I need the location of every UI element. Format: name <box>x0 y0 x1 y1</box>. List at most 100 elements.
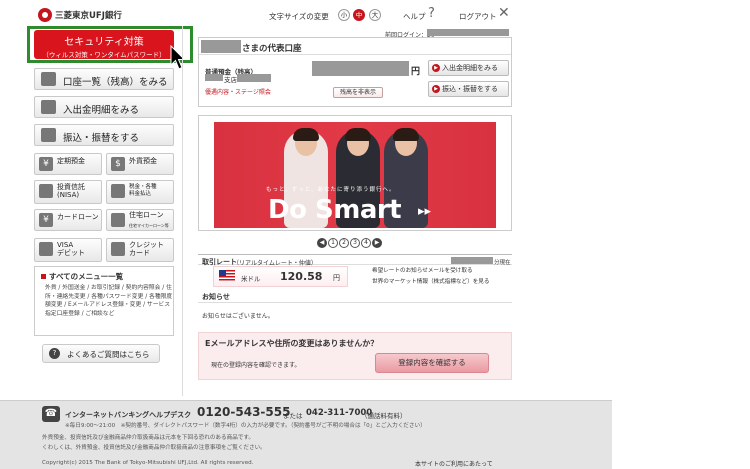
account-branch: 支店 <box>224 76 237 84</box>
account-title: さまの代表口座 <box>242 44 302 54</box>
confirm-registration-button[interactable]: 登録内容を確認する <box>375 353 489 373</box>
rate-unit: 円 <box>333 274 340 282</box>
statement-icon <box>41 100 56 114</box>
notice-text: お知らせはございません。 <box>202 313 274 320</box>
sidebar-item-label: 外貨預金 <box>129 157 157 165</box>
helpdesk-label: インターネットバンキングヘルプデスク <box>65 411 192 419</box>
disclaimer-line-2[interactable]: くわしくは、外貨預金、投資信託及び金融商品仲介取扱商品の注意事項をご覧ください。 <box>42 443 266 451</box>
pager-page-3[interactable]: 3 <box>350 238 360 248</box>
do-smart-banner[interactable]: もっと、ずっと、あなたに寄り添う銀行へ。 Do Smart ▸▸ <box>214 122 496 228</box>
balance-unit: 円 <box>411 67 421 77</box>
rate-value: 120.58 <box>280 270 323 283</box>
copyright: Copyright(c) 2015 The Bank of Tokyo-Mits… <box>42 460 254 466</box>
email-panel-text: 現在の登録内容を確認できます。 <box>211 362 301 369</box>
faq-button[interactable]: ? よくあるご質問はこちら <box>42 344 160 363</box>
faq-label: よくあるご質問はこちら <box>67 350 150 359</box>
sidebar-item-sublabel: 住宅マイカーローン等 <box>129 223 169 228</box>
statement-button[interactable]: 入出金明細をみる <box>428 60 509 76</box>
redacted-account-number <box>237 74 271 82</box>
sidebar-item-label: クレジット カード <box>129 241 164 257</box>
rate-time-label: 分現在 <box>494 260 511 266</box>
sidebar-divider <box>182 26 183 396</box>
question-icon: ? <box>49 348 60 359</box>
close-icon[interactable]: ✕ <box>498 5 510 21</box>
sidebar-item-label: 投資信託 (NISA) <box>57 183 85 199</box>
sidebar-item-housing-loan[interactable]: 住宅ローン 住宅マイカーローン等 <box>106 209 174 231</box>
service-stage-link[interactable]: 優遇内容・ステージ照会 <box>205 87 271 96</box>
email-panel-title: Eメールアドレスや住所の変更はありませんか？ <box>205 339 379 348</box>
sidebar-item-tax-payment[interactable]: 税金・各種 料金払込 <box>106 180 174 204</box>
sidebar-item-investment-trust[interactable]: 投資信託 (NISA) <box>34 180 102 204</box>
pager-page-1[interactable]: 1 <box>328 238 338 248</box>
account-list-icon <box>41 72 56 86</box>
yen-icon: ¥ <box>39 157 53 171</box>
sidebar-item-card-loan[interactable]: ¥ カードローン <box>34 209 102 231</box>
sidebar-account-list-button[interactable]: 口座一覧（残高）をみる <box>34 68 174 90</box>
pager-page-2[interactable]: 2 <box>339 238 349 248</box>
sidebar-item-label: 税金・各種 料金払込 <box>129 184 157 197</box>
bank-name: 三菱東京UFJ銀行 <box>55 11 122 21</box>
credit-card-icon <box>111 242 125 256</box>
sidebar-statement-button[interactable]: 入出金明細をみる <box>34 96 174 118</box>
all-menu-title[interactable]: すべてのメニュー一覧 <box>41 271 123 282</box>
us-flag-icon <box>219 270 235 281</box>
redacted-balance <box>312 61 409 76</box>
phone-icon: ☎ <box>42 406 60 422</box>
banner-pager: ◀ 1 2 3 4 ▶ <box>317 238 383 249</box>
banner-arrow-icon: ▸▸ <box>418 204 432 219</box>
sidebar-item-time-deposit[interactable]: ¥ 定期預金 <box>34 153 102 175</box>
pager-page-4[interactable]: 4 <box>361 238 371 248</box>
all-menu-links[interactable]: 外貨 / 外国送金 / お取引記録 / 契約内容照会 / 住所・連絡先変更 / … <box>45 284 173 318</box>
tax-payment-icon <box>111 184 125 198</box>
notice-title: お知らせ <box>202 293 230 301</box>
transfer-button[interactable]: 振込・振替をする <box>428 81 509 97</box>
redacted-branch <box>205 74 223 81</box>
bank-logo[interactable]: 三菱東京UFJ銀行 <box>38 8 188 24</box>
disclaimer-line-1: 外貨預金、投資信託及び金融商品仲介取扱商品は元本を下回る恐れのある商品です。 <box>42 435 255 441</box>
font-size-medium-button[interactable]: 中 <box>353 9 365 21</box>
font-size-label: 文字サイズの変更 <box>269 12 329 21</box>
sidebar-transfer-button[interactable]: 振込・振替をする <box>34 124 174 146</box>
chart-icon <box>39 184 53 198</box>
dollar-icon: $ <box>111 157 125 171</box>
helpdesk-hours: ※毎日9:00～21:00 ※契約番号、ダイレクトパスワード（数字4桁）の入力が… <box>65 423 426 429</box>
sidebar-item-visa-debit[interactable]: VISA デビット <box>34 238 102 262</box>
sidebar-item-label: VISA デビット <box>57 241 85 257</box>
sidebar-item-label: 入出金明細をみる <box>63 105 140 116</box>
banner-logo-text: Do Smart <box>268 195 402 225</box>
helpdesk-note: （通話料有料） <box>361 412 407 420</box>
helpdesk-or: または <box>283 412 303 420</box>
pager-prev-icon[interactable]: ◀ <box>317 238 327 248</box>
sidebar-item-label: カードローン <box>57 213 99 221</box>
sidebar-item-label: 定期預金 <box>57 157 85 165</box>
sidebar-item-label: 住宅ローン <box>129 211 164 219</box>
hide-balance-button[interactable]: 残高を非表示 <box>333 87 383 98</box>
all-menu-panel: すべてのメニュー一覧 外貨 / 外国送金 / お取引記録 / 契約内容照会 / … <box>34 266 174 336</box>
rate-alert-link[interactable]: 希望レートのお知らせメールを受け取る <box>372 266 473 274</box>
sidebar-item-foreign-deposit[interactable]: $ 外貨預金 <box>106 153 174 175</box>
bank-logo-mark-icon <box>38 8 52 22</box>
helpdesk-phone: 0120-543-555 <box>197 405 291 419</box>
rate-currency: 米ドル <box>241 275 261 283</box>
help-link[interactable]: ヘルプ <box>403 11 426 22</box>
debit-card-icon <box>39 242 53 256</box>
sidebar-item-credit-card[interactable]: クレジット カード <box>106 238 174 262</box>
font-size-large-button[interactable]: 大 <box>369 9 381 21</box>
sidebar-item-label: 振込・振替をする <box>63 133 140 144</box>
banner-copy: もっと、ずっと、あなたに寄り添う銀行へ。 <box>266 187 396 193</box>
house-icon <box>111 213 125 227</box>
yen-icon: ¥ <box>39 213 53 227</box>
terms-link[interactable]: 本サイトのご利用にあたって <box>415 459 493 468</box>
notice-divider <box>198 302 512 303</box>
security-highlight-box <box>27 26 193 63</box>
logout-link[interactable]: ログアウト <box>459 11 497 22</box>
redacted-last-login <box>427 29 509 36</box>
redacted-rate-time <box>451 257 493 264</box>
market-info-link[interactable]: 世界のマーケット情報（株式指標など）を見る <box>372 277 489 285</box>
font-size-small-button[interactable]: 小 <box>338 9 350 21</box>
transfer-icon <box>41 128 56 142</box>
sidebar-item-label: 口座一覧（残高）をみる <box>63 77 168 88</box>
help-icon[interactable]: ? <box>428 6 435 21</box>
pager-next-icon[interactable]: ▶ <box>372 238 382 248</box>
redacted-customer-name <box>201 40 241 53</box>
